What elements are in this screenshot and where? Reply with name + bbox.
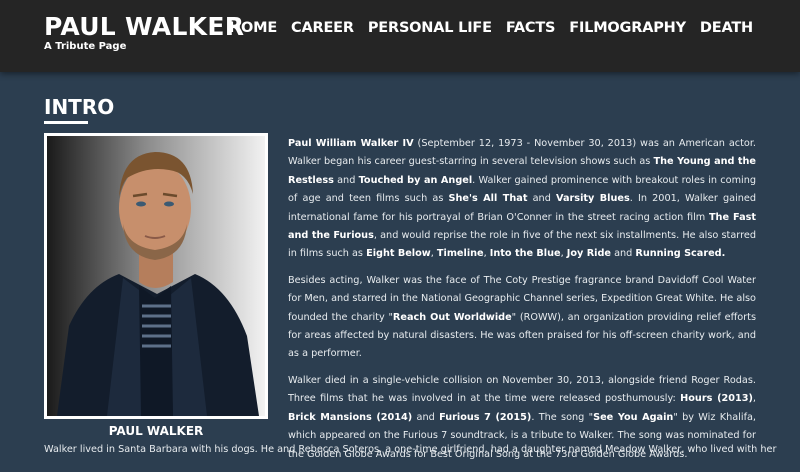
nav-facts[interactable]: FACTS xyxy=(506,18,556,38)
portrait-image xyxy=(47,136,265,416)
title-underline xyxy=(44,121,88,124)
bio-text-run: and xyxy=(527,193,557,205)
bio-emphasis: Running Scared. xyxy=(635,248,726,260)
main-nav: HOME CAREER PERSONAL LIFE FACTS FILMOGRA… xyxy=(229,18,753,38)
bio-emphasis: Touched by an Angel xyxy=(358,174,473,186)
bio-text-run: and xyxy=(611,248,636,260)
portrait-caption: PAUL WALKER xyxy=(108,424,204,438)
nav-personal-life[interactable]: PERSONAL LIFE xyxy=(368,18,492,38)
bio-emphasis: Into the Blue xyxy=(489,248,561,260)
brand: PAUL WALKER A Tribute Page xyxy=(44,12,244,53)
site-header: PAUL WALKER A Tribute Page HOME CAREER P… xyxy=(0,0,800,72)
bio-text: Paul William Walker IV (September 12, 19… xyxy=(288,135,756,472)
site-title: PAUL WALKER xyxy=(44,12,245,41)
bio-emphasis: Paul William Walker IV xyxy=(288,138,414,149)
section-title: INTRO xyxy=(44,95,115,119)
portrait-frame xyxy=(44,133,268,419)
nav-death[interactable]: DEATH xyxy=(700,18,753,38)
bio-text-run: and xyxy=(333,174,359,186)
bio-emphasis: She's All That xyxy=(448,193,528,205)
bio-emphasis: Varsity Blues xyxy=(556,193,630,205)
bio-paragraph-4: Walker lived in Santa Barbara with his d… xyxy=(44,444,777,455)
bio-emphasis: Timeline xyxy=(436,248,484,260)
nav-home[interactable]: HOME xyxy=(229,18,277,38)
bio-emphasis: See You Again xyxy=(593,411,674,423)
bio-emphasis: Hours (2013) xyxy=(680,393,753,405)
bio-emphasis: Eight Below xyxy=(366,248,431,260)
nav-filmography[interactable]: FILMOGRAPHY xyxy=(569,18,686,38)
bio-text-run: and xyxy=(412,411,440,423)
bio-text-run: , xyxy=(752,393,756,405)
nav-career[interactable]: CAREER xyxy=(291,18,354,38)
bio-emphasis: Brick Mansions (2014) xyxy=(288,411,413,423)
bio-emphasis: Joy Ride xyxy=(566,248,611,260)
site-subtitle: A Tribute Page xyxy=(44,41,127,52)
bio-paragraph-2: Besides acting, Walker was the face of T… xyxy=(288,272,756,364)
bio-paragraph-1: Paul William Walker IV (September 12, 19… xyxy=(288,135,756,264)
bio-text-run: . The song " xyxy=(531,411,594,423)
bio-emphasis: Furious 7 (2015) xyxy=(439,411,532,423)
bio-emphasis: Reach Out Worldwide xyxy=(392,311,512,323)
